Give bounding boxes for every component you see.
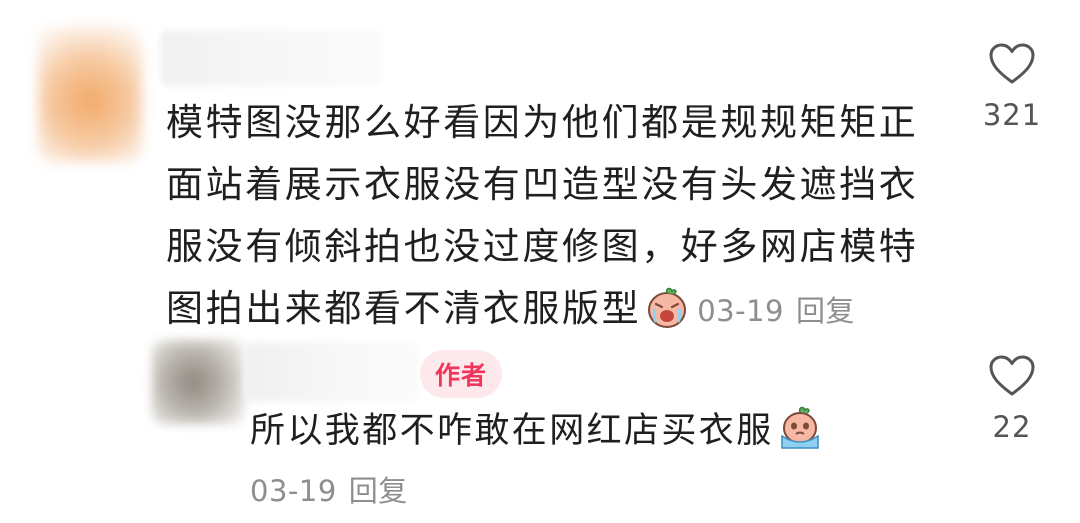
reply-body: 所以我都不咋敢在网红店买衣服 bbox=[250, 404, 890, 458]
comment-body: 模特图没那么好看因为他们都是规规矩矩正面站着展示衣服没有凹造型没有头发遮挡衣服没… bbox=[166, 92, 926, 342]
comment-meta: 03-19 回复 bbox=[689, 294, 855, 328]
reply-author-avatar[interactable] bbox=[152, 340, 244, 424]
commenter-avatar[interactable] bbox=[38, 26, 142, 162]
heart-outline-icon bbox=[989, 43, 1035, 84]
heart-outline-icon bbox=[989, 355, 1035, 396]
reply-meta: 03-19 回复 bbox=[250, 468, 408, 510]
reply-date: 03-19 bbox=[250, 474, 337, 508]
reply-reply-button[interactable]: 回复 bbox=[349, 474, 408, 508]
crying-sweating-face-emoji bbox=[780, 406, 819, 449]
crying-face-emoji bbox=[648, 287, 687, 328]
comment-date: 03-19 bbox=[697, 294, 784, 328]
reply-like-button[interactable] bbox=[988, 354, 1036, 398]
comment-like-button[interactable] bbox=[988, 42, 1036, 86]
reply-text: 所以我都不咋敢在网红店买衣服 bbox=[250, 411, 774, 451]
comment-like-count: 321 bbox=[982, 98, 1042, 132]
reply-author-name-blurred[interactable] bbox=[244, 342, 420, 402]
reply-like-count: 22 bbox=[992, 410, 1032, 444]
comment-reply-button[interactable]: 回复 bbox=[796, 294, 855, 328]
commenter-name-blurred[interactable] bbox=[160, 30, 382, 86]
author-badge: 作者 bbox=[420, 350, 502, 398]
